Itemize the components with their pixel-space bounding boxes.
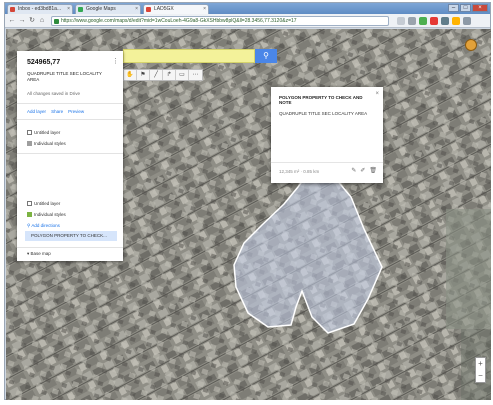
reload-icon[interactable]: ↻ [28, 17, 36, 25]
extension-icon[interactable] [408, 17, 416, 25]
back-arrow-icon[interactable]: ← [8, 17, 16, 25]
add-directions-link[interactable]: ⚲ Add directions [27, 223, 60, 229]
close-window-button[interactable]: × [472, 4, 488, 12]
zoom-out-button[interactable]: − [476, 370, 485, 382]
search-input[interactable] [123, 49, 255, 63]
search-icon: ⚲ [263, 51, 269, 60]
forward-arrow-icon[interactable]: → [18, 17, 26, 25]
pegman-icon[interactable] [465, 39, 477, 51]
close-tab-icon[interactable]: × [135, 5, 138, 14]
home-icon[interactable]: ⌂ [38, 17, 46, 25]
layer-2[interactable]: Untitled layer [27, 201, 61, 207]
maximize-button[interactable]: □ [460, 4, 471, 12]
route-icon[interactable]: ↱ [163, 70, 176, 80]
menu-icon[interactable] [463, 17, 471, 25]
extension-icon[interactable] [441, 17, 449, 25]
url-text: https://www.google.com/maps/d/edit?mid=1… [61, 18, 297, 24]
base-map-toggle[interactable]: ▾ Base map [27, 251, 51, 257]
feature-list-item[interactable]: POLYGON PROPERTY TO CHECK... [25, 231, 117, 241]
browser-window: Inbox - ed3bd81a... × Google Maps × LAD5… [4, 2, 491, 400]
layer-name: Untitled layer [34, 130, 61, 135]
draw-line-icon[interactable]: ╱ [150, 70, 163, 80]
hand-icon[interactable]: ✋ [124, 70, 137, 80]
divider [17, 119, 123, 120]
more-icon[interactable]: ⋯ [189, 70, 202, 80]
more-options-icon[interactable]: ⋮ [112, 57, 119, 65]
style-swatch-icon [27, 141, 32, 147]
delete-icon[interactable]: 🗑 [369, 167, 377, 174]
satellite-map[interactable]: ⚲ ✋ ⚑ ╱ ↱ ▭ ⋯ + − 524965,77 ⋮ QUADRUPLE … [6, 29, 491, 400]
edit-icon[interactable]: ✐ [360, 167, 365, 174]
popup-actions: ✎ ✐ 🗑 [351, 167, 377, 174]
gmail-icon [10, 7, 15, 12]
marker-icon[interactable]: ⚑ [137, 70, 150, 80]
divider [17, 153, 123, 154]
panel-actions: Add layer Share Preview [27, 109, 84, 114]
map-title[interactable]: 524965,77 [27, 59, 60, 66]
feature-description: QUADRUPLE TITLE SEC LOCALITY AREA [279, 111, 368, 116]
address-bar[interactable]: https://www.google.com/maps/d/edit?mid=1… [51, 16, 389, 26]
style-swatch-icon [27, 212, 32, 218]
layer-2-style[interactable]: Individual styles [27, 212, 66, 218]
extension-icons [397, 17, 471, 25]
preview-button[interactable]: Preview [68, 109, 84, 114]
feature-title: POLYGON PROPERTY TO CHECK AND NOTE [279, 95, 363, 105]
layer-1[interactable]: Untitled layer [27, 130, 61, 136]
layer-checkbox[interactable] [27, 130, 32, 136]
feature-measurement: 12,345 m² · 0.85 km [279, 169, 320, 174]
my-maps-icon [146, 7, 151, 12]
extension-icon[interactable] [419, 17, 427, 25]
title-bar: Inbox - ed3bd81a... × Google Maps × LAD5… [5, 3, 490, 14]
maps-icon [78, 7, 83, 12]
extension-icon[interactable] [430, 17, 438, 25]
zoom-in-button[interactable]: + [476, 358, 485, 370]
tab-google-maps[interactable]: Google Maps × [75, 4, 141, 14]
search-button[interactable]: ⚲ [255, 49, 277, 63]
layer-1-style[interactable]: Individual styles [27, 141, 66, 147]
ruler-icon[interactable]: ▭ [176, 70, 189, 80]
minimize-button[interactable]: – [448, 4, 459, 12]
close-icon[interactable]: × [375, 91, 379, 97]
map-toolbar: ✋ ⚑ ╱ ↱ ▭ ⋯ [123, 69, 203, 81]
map-description[interactable]: QUADRUPLE TITLE SEC LOCALITY AREA [27, 71, 115, 83]
browser-toolbar: ← → ↻ ⌂ https://www.google.com/maps/d/ed… [5, 14, 490, 28]
layer-checkbox[interactable] [27, 201, 32, 207]
save-status: All changes saved in Drive [27, 91, 81, 96]
share-button[interactable]: Share [51, 109, 63, 114]
divider [17, 103, 123, 104]
extension-icon[interactable] [452, 17, 460, 25]
lock-icon [54, 19, 59, 24]
zoom-control: + − [475, 357, 486, 383]
window-controls: – □ × [448, 4, 488, 12]
close-tab-icon[interactable]: × [203, 5, 206, 14]
style-icon[interactable]: ✎ [351, 167, 356, 174]
star-icon[interactable] [397, 17, 405, 25]
close-tab-icon[interactable]: × [67, 5, 70, 14]
map-legend-panel: 524965,77 ⋮ QUADRUPLE TITLE SEC LOCALITY… [17, 51, 123, 261]
divider [17, 247, 123, 248]
layer-name: Untitled layer [34, 201, 61, 206]
divider [271, 162, 383, 163]
tab-my-maps[interactable]: LAD5GX × [143, 4, 209, 14]
add-layer-button[interactable]: Add layer [27, 109, 46, 114]
tab-inbox[interactable]: Inbox - ed3bd81a... × [7, 4, 73, 14]
feature-info-popup: × POLYGON PROPERTY TO CHECK AND NOTE QUA… [271, 87, 383, 183]
